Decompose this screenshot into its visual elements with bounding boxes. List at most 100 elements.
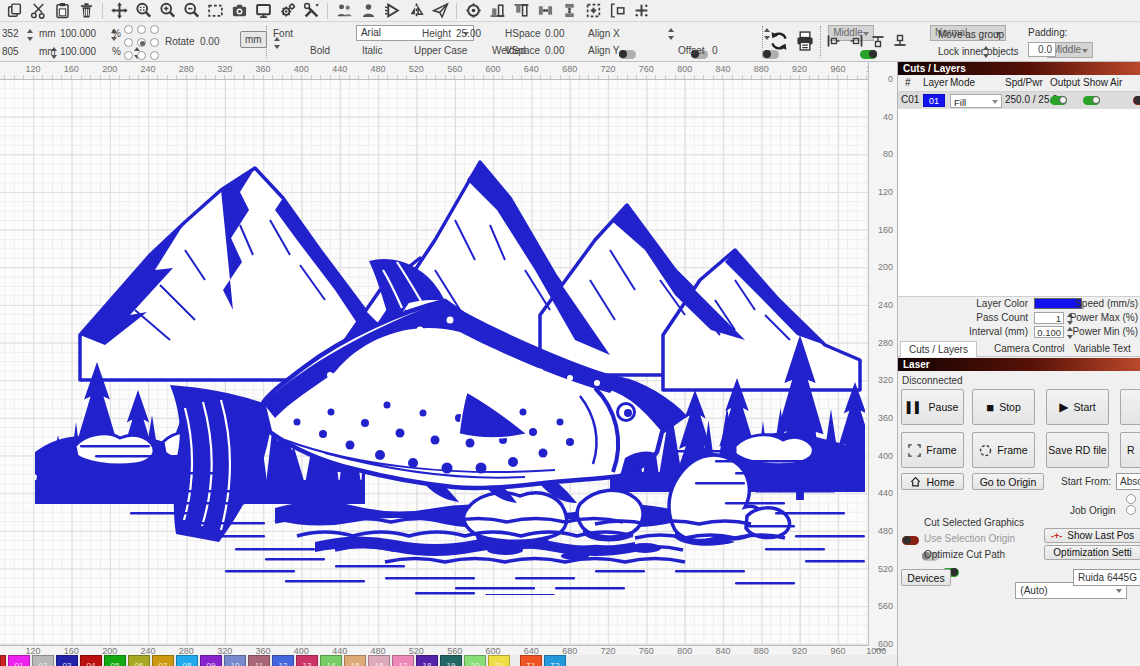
layer-mode-combo[interactable]: Fill	[950, 94, 1002, 108]
zoom-button[interactable]	[131, 1, 155, 21]
stop-button[interactable]: ■Stop	[972, 389, 1035, 425]
start-from-combo[interactable]: Absolu	[1116, 473, 1140, 490]
canvas-artwork[interactable]	[35, 150, 865, 595]
job-origin-radio-1[interactable]	[1126, 494, 1136, 504]
show-last-pos-button[interactable]: -+-Show Last Pos	[1044, 528, 1140, 543]
interval-field[interactable]: 0.100	[1034, 326, 1064, 338]
zoom-in-button[interactable]	[155, 1, 179, 21]
palette-swatch-04[interactable]: 04	[80, 655, 102, 666]
palette-swatch-01[interactable]: 01	[8, 655, 30, 666]
push-up-icon[interactable]	[892, 33, 908, 51]
optimization-settings-button[interactable]: Optimization Setti	[1044, 545, 1140, 560]
copy-button[interactable]	[2, 1, 26, 21]
palette-swatch-15[interactable]: 15	[344, 655, 366, 666]
layer-output-toggle[interactable]	[1050, 96, 1067, 105]
camera-button[interactable]	[227, 1, 251, 21]
job-origin-radio-2[interactable]	[1126, 505, 1136, 515]
layer-color-chip[interactable]: 01	[923, 94, 945, 107]
home-button[interactable]: Home	[901, 473, 964, 490]
tab-variable-text[interactable]: Variable Text	[1066, 341, 1139, 357]
layer-row[interactable]: C01 01 Fill 250.0 / 25.0	[898, 92, 1140, 109]
anchor-grid[interactable]	[124, 25, 160, 61]
rotate-field[interactable]: 0.00	[200, 36, 219, 47]
width-scale-field[interactable]: 100.000	[60, 28, 96, 39]
frame-circle-button[interactable]: Frame	[972, 432, 1035, 468]
select-rect-button[interactable]	[203, 1, 227, 21]
palette-swatch-08[interactable]: 08	[176, 655, 198, 666]
palette-swatch-21[interactable]: 21	[488, 655, 510, 666]
layer-air-toggle[interactable]	[1133, 96, 1140, 105]
padding-field[interactable]: 0.0	[1028, 42, 1056, 57]
print-laser-icon[interactable]	[794, 30, 816, 54]
save-rd-button[interactable]: Save RD file	[1046, 432, 1109, 468]
refresh-icon[interactable]	[768, 30, 790, 54]
palette-swatch-20[interactable]: 20	[464, 655, 486, 666]
pass-count-field[interactable]: 1	[1034, 312, 1064, 324]
push-right-icon[interactable]	[848, 33, 864, 51]
send-button[interactable]	[428, 1, 452, 21]
focus-button[interactable]	[461, 1, 485, 21]
palette-swatch-13[interactable]: 13	[296, 655, 318, 666]
anchor-1-0[interactable]	[124, 38, 133, 47]
bold-toggle[interactable]	[619, 50, 636, 59]
device-combo[interactable]: Ruida 6445G	[1073, 569, 1140, 586]
team-button[interactable]	[332, 1, 356, 21]
palette-swatch-T2[interactable]: T2	[544, 655, 566, 666]
anchor-2-2[interactable]	[150, 51, 159, 60]
tab-cuts-layers[interactable]: Cuts / Layers	[900, 341, 977, 357]
palette-swatch-18[interactable]: 18	[416, 655, 438, 666]
palette-swatch-17[interactable]: 17	[392, 655, 414, 666]
push-left-icon[interactable]	[826, 33, 842, 51]
palette-swatch-16[interactable]: 16	[368, 655, 390, 666]
tab-camera-control[interactable]: Camera Control	[986, 341, 1073, 357]
palette-swatch-02[interactable]: 02	[32, 655, 54, 666]
cut-button[interactable]	[26, 1, 50, 21]
start-button[interactable]: ▶Start	[1046, 389, 1109, 425]
rotate-spinner[interactable]	[273, 37, 282, 49]
last-position-button[interactable]	[629, 1, 653, 21]
palette-swatch-T1[interactable]: T1	[520, 655, 542, 666]
canvas[interactable]	[0, 80, 868, 645]
preview-button[interactable]	[251, 1, 275, 21]
offset-field[interactable]: 0	[712, 45, 718, 56]
anchor-1-1[interactable]	[137, 38, 146, 47]
anchor-0-1[interactable]	[137, 25, 146, 34]
units-button[interactable]: mm	[240, 31, 267, 48]
palette-swatch-03[interactable]: 03	[56, 655, 78, 666]
anchor-0-0[interactable]	[124, 25, 133, 34]
user-button[interactable]	[356, 1, 380, 21]
height-field[interactable]: 25.00	[456, 28, 481, 39]
partial-button-1[interactable]	[1120, 389, 1140, 425]
frame-button[interactable]: Frame	[901, 432, 964, 468]
anchor-2-1[interactable]	[137, 51, 146, 60]
pan-button[interactable]	[107, 1, 131, 21]
simulate-button[interactable]	[380, 1, 404, 21]
palette-swatch-11[interactable]: 11	[248, 655, 270, 666]
welded-toggle[interactable]	[860, 50, 877, 59]
palette-swatch-09[interactable]: 09	[200, 655, 222, 666]
palette-swatch-19[interactable]: 19	[440, 655, 462, 666]
devices-button[interactable]: Devices	[901, 569, 951, 586]
x-position-field[interactable]: 352	[2, 28, 19, 39]
settings-button[interactable]	[275, 1, 299, 21]
align-bottom-button[interactable]	[485, 1, 509, 21]
height-scale-field[interactable]: 100.000	[60, 46, 96, 57]
delete-button[interactable]	[74, 1, 98, 21]
hspace-field[interactable]: 0.00	[545, 28, 564, 39]
palette-swatch-06[interactable]: 06	[128, 655, 150, 666]
distribute-h-button[interactable]	[533, 1, 557, 21]
anchor-1-2[interactable]	[150, 38, 159, 47]
mirror-button[interactable]	[404, 1, 428, 21]
pause-button[interactable]: ▌▌Pause	[901, 389, 964, 425]
resize-button[interactable]	[581, 1, 605, 21]
palette-swatch-12[interactable]: 12	[272, 655, 294, 666]
go-to-origin-button[interactable]: Go to Origin	[972, 473, 1044, 490]
palette-swatch-partial[interactable]	[0, 655, 6, 666]
palette-swatch-07[interactable]: 07	[152, 655, 174, 666]
zoom-out-button[interactable]	[179, 1, 203, 21]
partial-button-2[interactable]: R	[1120, 432, 1140, 468]
cut-selected-toggle[interactable]	[902, 536, 919, 545]
device-tools-button[interactable]	[299, 1, 323, 21]
vspace-field[interactable]: 0.00	[545, 45, 564, 56]
layer-show-toggle[interactable]	[1083, 96, 1100, 105]
